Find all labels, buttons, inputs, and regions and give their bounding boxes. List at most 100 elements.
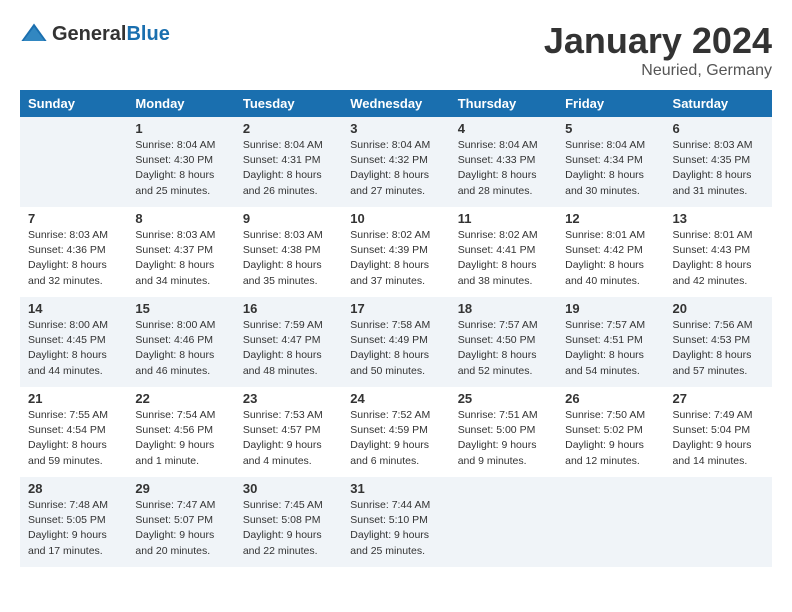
day-cell-11: 11 Sunrise: 8:02 AM Sunset: 4:41 PM Dayli… (450, 207, 557, 297)
day-cell-29: 29 Sunrise: 7:47 AM Sunset: 5:07 PM Dayli… (127, 477, 234, 567)
day-number: 2 (243, 121, 334, 136)
day-info: Sunrise: 8:03 AM Sunset: 4:35 PM Dayligh… (673, 138, 764, 199)
day-info: Sunrise: 7:53 AM Sunset: 4:57 PM Dayligh… (243, 408, 334, 469)
empty-cell (20, 117, 127, 207)
day-number: 12 (565, 211, 656, 226)
weekday-header-sunday: Sunday (20, 90, 127, 117)
day-cell-5: 5Sunrise: 8:04 AM Sunset: 4:34 PM Daylig… (557, 117, 664, 207)
empty-cell (450, 477, 557, 567)
day-info: Sunrise: 7:59 AM Sunset: 4:47 PM Dayligh… (243, 318, 334, 379)
day-cell-10: 10 Sunrise: 8:02 AM Sunset: 4:39 PM Dayli… (342, 207, 449, 297)
day-cell-16: 16 Sunrise: 7:59 AM Sunset: 4:47 PM Dayli… (235, 297, 342, 387)
day-cell-22: 22Sunrise: 7:54 AM Sunset: 4:56 PM Dayli… (127, 387, 234, 477)
day-number: 21 (28, 391, 119, 406)
weekday-header-wednesday: Wednesday (342, 90, 449, 117)
day-number: 11 (458, 211, 549, 226)
header: GeneralBlue January 2024 Neuried, German… (20, 20, 772, 80)
day-number: 15 (135, 301, 226, 316)
day-info: Sunrise: 8:02 AM Sunset: 4:41 PM Dayligh… (458, 228, 549, 289)
day-cell-1: 1 Sunrise: 8:04 AM Sunset: 4:30 PM Daylig… (127, 117, 234, 207)
day-number: 4 (458, 121, 549, 136)
day-number: 18 (458, 301, 549, 316)
weekday-header-monday: Monday (127, 90, 234, 117)
day-info: Sunrise: 7:45 AM Sunset: 5:08 PM Dayligh… (243, 498, 334, 559)
day-number: 10 (350, 211, 441, 226)
day-number: 17 (350, 301, 441, 316)
day-cell-21: 21 Sunrise: 7:55 AM Sunset: 4:54 PM Dayli… (20, 387, 127, 477)
day-cell-23: 23 Sunrise: 7:53 AM Sunset: 4:57 PM Dayli… (235, 387, 342, 477)
day-number: 13 (673, 211, 764, 226)
weekday-header-thursday: Thursday (450, 90, 557, 117)
day-cell-30: 30 Sunrise: 7:45 AM Sunset: 5:08 PM Dayli… (235, 477, 342, 567)
day-info: Sunrise: 8:00 AM Sunset: 4:46 PM Dayligh… (135, 318, 226, 379)
weekday-header-tuesday: Tuesday (235, 90, 342, 117)
day-cell-26: 26Sunrise: 7:50 AM Sunset: 5:02 PM Dayli… (557, 387, 664, 477)
day-number: 8 (135, 211, 226, 226)
day-cell-27: 27 Sunrise: 7:49 AM Sunset: 5:04 PM Dayli… (665, 387, 772, 477)
day-cell-28: 28Sunrise: 7:48 AM Sunset: 5:05 PM Dayli… (20, 477, 127, 567)
day-cell-15: 15 Sunrise: 8:00 AM Sunset: 4:46 PM Dayli… (127, 297, 234, 387)
day-cell-2: 2 Sunrise: 8:04 AM Sunset: 4:31 PM Daylig… (235, 117, 342, 207)
day-number: 26 (565, 391, 656, 406)
day-cell-25: 25Sunrise: 7:51 AM Sunset: 5:00 PM Dayli… (450, 387, 557, 477)
day-cell-20: 20Sunrise: 7:56 AM Sunset: 4:53 PM Dayli… (665, 297, 772, 387)
calendar-table: SundayMondayTuesdayWednesdayThursdayFrid… (20, 90, 772, 567)
day-info: Sunrise: 7:48 AM Sunset: 5:05 PM Dayligh… (28, 498, 119, 559)
day-info: Sunrise: 7:49 AM Sunset: 5:04 PM Dayligh… (673, 408, 764, 469)
day-number: 30 (243, 481, 334, 496)
day-number: 16 (243, 301, 334, 316)
day-number: 23 (243, 391, 334, 406)
logo: GeneralBlue (20, 20, 170, 48)
day-cell-24: 24 Sunrise: 7:52 AM Sunset: 4:59 PM Dayli… (342, 387, 449, 477)
day-info: Sunrise: 8:01 AM Sunset: 4:42 PM Dayligh… (565, 228, 656, 289)
week-row-1: 1 Sunrise: 8:04 AM Sunset: 4:30 PM Daylig… (20, 117, 772, 207)
day-number: 3 (350, 121, 441, 136)
day-info: Sunrise: 8:04 AM Sunset: 4:31 PM Dayligh… (243, 138, 334, 199)
day-number: 6 (673, 121, 764, 136)
day-info: Sunrise: 7:55 AM Sunset: 4:54 PM Dayligh… (28, 408, 119, 469)
day-cell-12: 12 Sunrise: 8:01 AM Sunset: 4:42 PM Dayli… (557, 207, 664, 297)
month-title: January 2024 (544, 20, 772, 62)
logo-general: General (52, 23, 126, 45)
day-info: Sunrise: 7:54 AM Sunset: 4:56 PM Dayligh… (135, 408, 226, 469)
day-number: 29 (135, 481, 226, 496)
day-number: 27 (673, 391, 764, 406)
day-info: Sunrise: 8:04 AM Sunset: 4:32 PM Dayligh… (350, 138, 441, 199)
day-cell-14: 14Sunrise: 8:00 AM Sunset: 4:45 PM Dayli… (20, 297, 127, 387)
day-number: 5 (565, 121, 656, 136)
day-cell-6: 6 Sunrise: 8:03 AM Sunset: 4:35 PM Daylig… (665, 117, 772, 207)
day-cell-17: 17Sunrise: 7:58 AM Sunset: 4:49 PM Dayli… (342, 297, 449, 387)
weekday-header-saturday: Saturday (665, 90, 772, 117)
day-cell-7: 7Sunrise: 8:03 AM Sunset: 4:36 PM Daylig… (20, 207, 127, 297)
logo-icon (20, 20, 48, 48)
day-number: 9 (243, 211, 334, 226)
day-info: Sunrise: 7:52 AM Sunset: 4:59 PM Dayligh… (350, 408, 441, 469)
day-info: Sunrise: 8:02 AM Sunset: 4:39 PM Dayligh… (350, 228, 441, 289)
week-row-4: 21 Sunrise: 7:55 AM Sunset: 4:54 PM Dayli… (20, 387, 772, 477)
day-number: 31 (350, 481, 441, 496)
day-info: Sunrise: 8:03 AM Sunset: 4:38 PM Dayligh… (243, 228, 334, 289)
day-cell-31: 31 Sunrise: 7:44 AM Sunset: 5:10 PM Dayli… (342, 477, 449, 567)
day-number: 24 (350, 391, 441, 406)
day-info: Sunrise: 7:57 AM Sunset: 4:51 PM Dayligh… (565, 318, 656, 379)
day-info: Sunrise: 8:01 AM Sunset: 4:43 PM Dayligh… (673, 228, 764, 289)
week-row-2: 7Sunrise: 8:03 AM Sunset: 4:36 PM Daylig… (20, 207, 772, 297)
day-info: Sunrise: 7:47 AM Sunset: 5:07 PM Dayligh… (135, 498, 226, 559)
day-info: Sunrise: 8:04 AM Sunset: 4:30 PM Dayligh… (135, 138, 226, 199)
day-number: 1 (135, 121, 226, 136)
location-title: Neuried, Germany (544, 62, 772, 80)
day-info: Sunrise: 7:51 AM Sunset: 5:00 PM Dayligh… (458, 408, 549, 469)
title-area: January 2024 Neuried, Germany (544, 20, 772, 80)
logo-blue: Blue (126, 23, 169, 45)
day-number: 19 (565, 301, 656, 316)
empty-cell (665, 477, 772, 567)
logo-text: GeneralBlue (52, 23, 170, 46)
day-number: 14 (28, 301, 119, 316)
day-info: Sunrise: 7:44 AM Sunset: 5:10 PM Dayligh… (350, 498, 441, 559)
day-cell-8: 8Sunrise: 8:03 AM Sunset: 4:37 PM Daylig… (127, 207, 234, 297)
day-number: 7 (28, 211, 119, 226)
week-row-5: 28Sunrise: 7:48 AM Sunset: 5:05 PM Dayli… (20, 477, 772, 567)
day-cell-9: 9 Sunrise: 8:03 AM Sunset: 4:38 PM Daylig… (235, 207, 342, 297)
day-cell-18: 18Sunrise: 7:57 AM Sunset: 4:50 PM Dayli… (450, 297, 557, 387)
day-cell-13: 13 Sunrise: 8:01 AM Sunset: 4:43 PM Dayli… (665, 207, 772, 297)
